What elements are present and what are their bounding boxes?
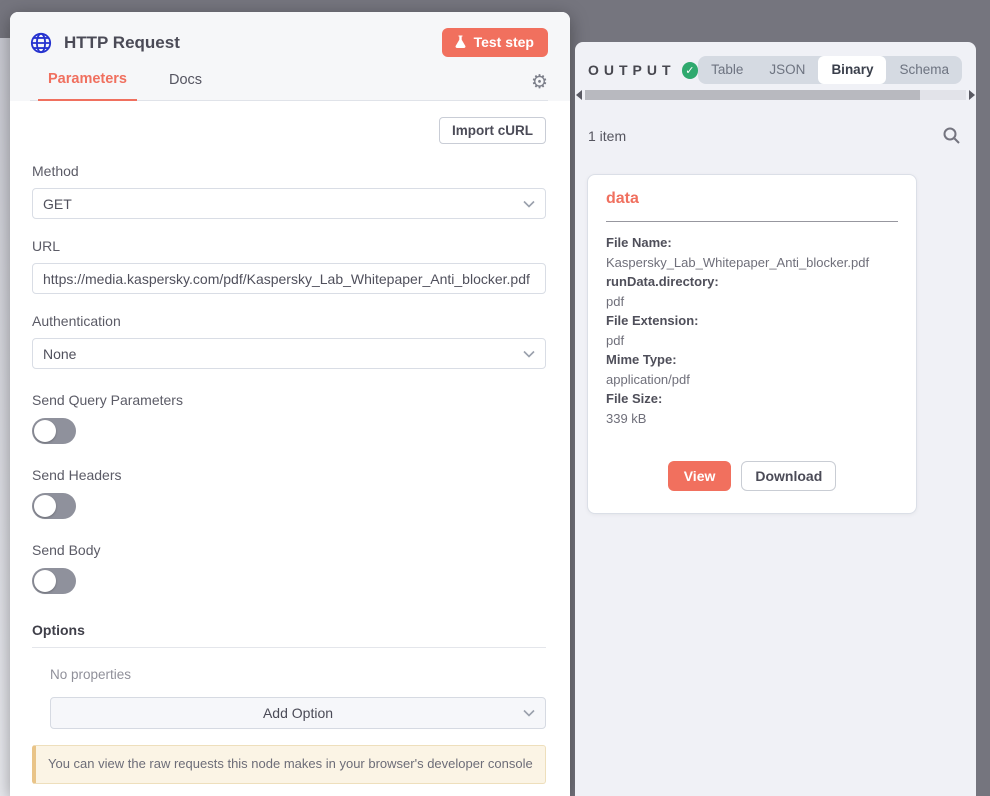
file-extension-label: File Extension: — [606, 311, 898, 331]
node-title: HTTP Request — [64, 33, 180, 53]
chevron-down-icon — [523, 200, 535, 208]
output-title: OUTPUT — [588, 62, 676, 78]
send-body-toggle[interactable] — [32, 568, 76, 594]
file-extension-value: pdf — [606, 331, 898, 351]
scrollbar-thumb[interactable] — [585, 90, 920, 100]
test-step-label: Test step — [474, 34, 534, 50]
chevron-down-icon — [523, 350, 535, 358]
view-button[interactable]: View — [668, 461, 732, 491]
send-headers-toggle[interactable] — [32, 493, 76, 519]
options-section-title: Options — [32, 622, 546, 648]
output-view-tabs: Table JSON Binary Schema — [698, 56, 962, 84]
url-label: URL — [32, 238, 546, 254]
flask-icon — [454, 35, 467, 49]
horizontal-scrollbar[interactable] — [575, 89, 976, 101]
authentication-value: None — [43, 346, 76, 362]
node-tabs: Parameters Docs ⚙ — [30, 71, 548, 101]
tab-docs[interactable]: Docs — [159, 72, 212, 100]
output-panel: OUTPUT ✓ Table JSON Binary Schema 1 item… — [575, 42, 976, 796]
developer-console-notice: You can view the raw requests this node … — [32, 745, 546, 784]
scroll-left-arrow-icon[interactable] — [576, 90, 582, 100]
rundata-directory-label: runData.directory: — [606, 272, 898, 292]
background-strip — [0, 38, 10, 796]
file-size-label: File Size: — [606, 389, 898, 409]
tab-table[interactable]: Table — [698, 56, 756, 84]
toggle-knob — [34, 495, 56, 517]
send-query-parameters-toggle[interactable] — [32, 418, 76, 444]
scroll-right-arrow-icon[interactable] — [969, 90, 975, 100]
send-body-label: Send Body — [32, 542, 546, 558]
scrollbar-track[interactable] — [585, 90, 966, 100]
toggle-knob — [34, 570, 56, 592]
tab-binary[interactable]: Binary — [818, 56, 886, 84]
authentication-label: Authentication — [32, 313, 546, 329]
tab-json[interactable]: JSON — [756, 56, 818, 84]
node-parameters-body: Import cURL Method GET URL Authenticatio… — [10, 101, 570, 796]
method-value: GET — [43, 196, 72, 212]
items-count: 1 item — [588, 128, 626, 144]
chevron-down-icon — [523, 709, 535, 717]
rundata-directory-value: pdf — [606, 292, 898, 312]
url-input[interactable] — [32, 263, 546, 294]
toggle-knob — [34, 420, 56, 442]
send-headers-label: Send Headers — [32, 467, 546, 483]
tab-schema[interactable]: Schema — [886, 56, 962, 84]
authentication-select[interactable]: None — [32, 338, 546, 369]
method-select[interactable]: GET — [32, 188, 546, 219]
node-detail-modal: HTTP Request Test step Parameters Docs ⚙… — [10, 12, 570, 796]
method-label: Method — [32, 163, 546, 179]
add-option-select[interactable]: Add Option — [50, 697, 546, 729]
tab-parameters[interactable]: Parameters — [38, 71, 137, 101]
binary-card-title: data — [606, 190, 898, 208]
binary-data-card: data File Name: Kaspersky_Lab_Whitepaper… — [587, 174, 917, 514]
send-query-parameters-label: Send Query Parameters — [32, 392, 546, 408]
success-check-icon: ✓ — [682, 62, 699, 79]
divider — [606, 221, 898, 222]
add-option-label: Add Option — [263, 705, 333, 721]
gear-icon[interactable]: ⚙ — [531, 73, 548, 92]
file-name-value: Kaspersky_Lab_Whitepaper_Anti_blocker.pd… — [606, 253, 898, 273]
search-icon[interactable] — [942, 126, 961, 145]
no-properties-text: No properties — [50, 667, 546, 682]
test-step-button[interactable]: Test step — [442, 28, 548, 57]
node-header: HTTP Request Test step Parameters Docs ⚙ — [10, 12, 570, 101]
download-button[interactable]: Download — [741, 461, 836, 491]
import-curl-button[interactable]: Import cURL — [439, 117, 546, 144]
mime-type-label: Mime Type: — [606, 350, 898, 370]
file-name-label: File Name: — [606, 233, 898, 253]
globe-icon — [30, 32, 52, 54]
mime-type-value: application/pdf — [606, 370, 898, 390]
file-size-value: 339 kB — [606, 409, 898, 429]
